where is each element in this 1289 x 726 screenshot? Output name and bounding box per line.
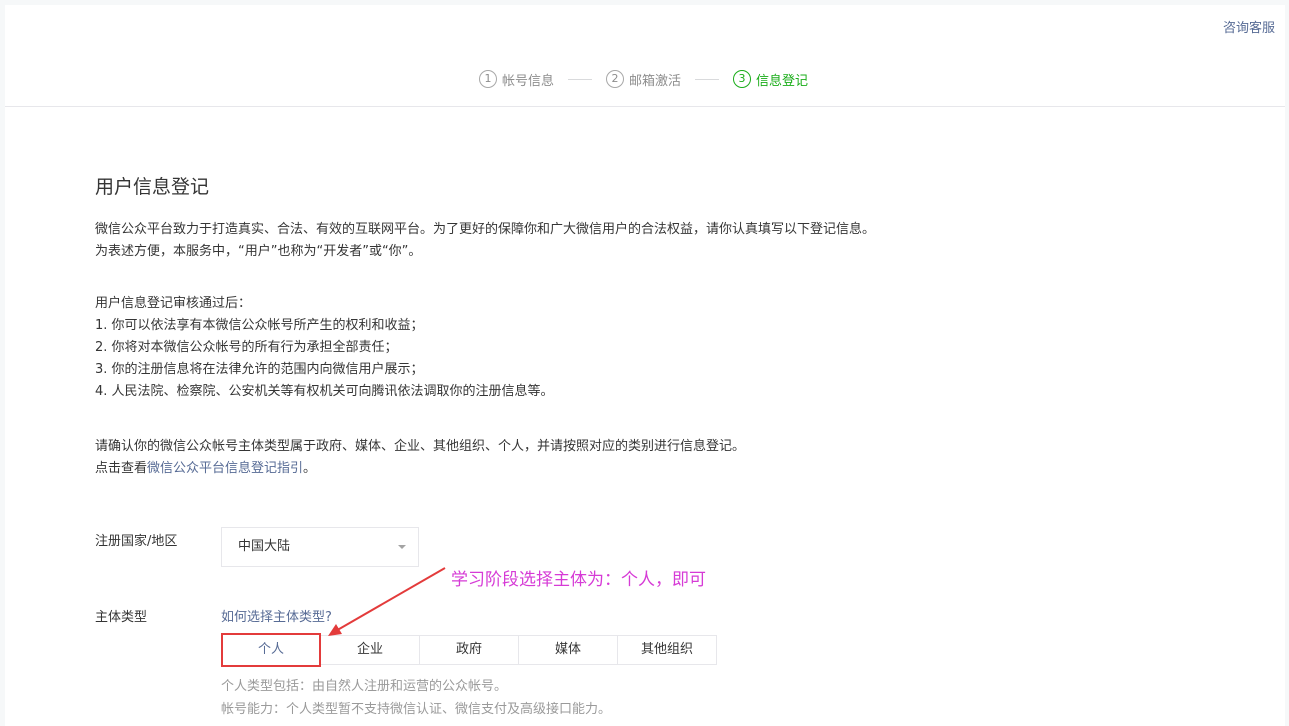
rights-heading: 用户信息登记审核通过后：	[95, 296, 252, 311]
page-title: 用户信息登记	[95, 176, 210, 198]
step-divider	[568, 78, 593, 80]
step-label: 帐号信息	[502, 73, 555, 89]
subject-type-label: 主体类型	[95, 610, 148, 625]
step-account-info: 1 帐号信息	[479, 70, 554, 89]
intro-text: 微信公众平台致力于打造真实、合法、有效的互联网平台。为了更好的保障你和广大微信用…	[95, 219, 875, 263]
guide-line: 点击查看微信公众平台信息登记指引。	[95, 458, 745, 480]
subject-type-help-link[interactable]: 如何选择主体类型?	[221, 606, 332, 625]
subject-type-media[interactable]: 媒体	[518, 635, 618, 665]
rights-item: 4. 人民法院、检察院、公安机关等有权机关可向腾讯依法调取你的注册信息等。	[95, 384, 554, 399]
registration-card: 咨询客服 1 帐号信息 2 邮箱激活 3 信息登记 用户信息登记 微信公众平台致…	[5, 5, 1285, 726]
step-email-activation: 2 邮箱激活	[606, 70, 681, 89]
account-ability-hint: 帐号能力：个人类型暂不支持微信认证、微信支付及高级接口能力。	[221, 702, 612, 717]
chevron-down-icon	[398, 545, 406, 549]
guide-link[interactable]: 微信公众平台信息登记指引	[147, 461, 303, 476]
step-label: 邮箱激活	[629, 73, 682, 89]
page-header: 咨询客服 1 帐号信息 2 邮箱激活 3 信息登记	[5, 5, 1285, 107]
confirm-text: 请确认你的微信公众帐号主体类型属于政府、媒体、企业、其他组织、个人，并请按照对应…	[95, 439, 746, 454]
step-number-3-icon: 3	[733, 70, 752, 88]
intro-line: 微信公众平台致力于打造真实、合法、有效的互联网平台。为了更好的保障你和广大微信用…	[95, 222, 876, 237]
rights-item: 3. 你的注册信息将在法律允许的范围内向微信用户展示；	[95, 362, 424, 377]
intro-line: 为表述方便，本服务中，“用户”也称为“开发者”或“你”。	[95, 244, 422, 259]
step-number-2-icon: 2	[606, 70, 625, 88]
rights-section: 用户信息登记审核通过后： 1. 你可以依法享有本微信公众帐号所产生的权利和收益；…	[95, 293, 554, 403]
guide-suffix: 。	[303, 461, 317, 476]
rights-item: 2. 你将对本微信公众帐号的所有行为承担全部责任；	[95, 340, 398, 355]
annotation-arrow-icon	[328, 567, 446, 636]
country-label: 注册国家/地区	[95, 534, 178, 549]
confirm-section: 请确认你的微信公众帐号主体类型属于政府、媒体、企业、其他组织、个人，并请按照对应…	[95, 436, 745, 480]
customer-service-link[interactable]: 咨询客服	[1223, 17, 1275, 36]
step-divider	[695, 78, 720, 80]
step-info-registration: 3 信息登记	[733, 70, 808, 89]
annotation-text: 学习阶段选择主体为：个人，即可	[451, 570, 706, 590]
guide-prefix: 点击查看	[95, 461, 148, 476]
rights-item: 1. 你可以依法享有本微信公众帐号所产生的权利和收益；	[95, 318, 424, 333]
step-indicator: 1 帐号信息 2 邮箱激活 3 信息登记	[479, 68, 808, 90]
subject-type-selector: 个人 企业 政府 媒体 其他组织	[221, 633, 717, 667]
subject-type-other-org[interactable]: 其他组织	[617, 635, 717, 665]
step-number-1-icon: 1	[479, 70, 497, 88]
personal-type-hint: 个人类型包括：由自然人注册和运营的公众帐号。	[221, 679, 508, 694]
country-select-value: 中国大陆	[238, 539, 291, 554]
subject-type-personal[interactable]: 个人	[221, 633, 321, 667]
step-label: 信息登记	[756, 73, 809, 89]
